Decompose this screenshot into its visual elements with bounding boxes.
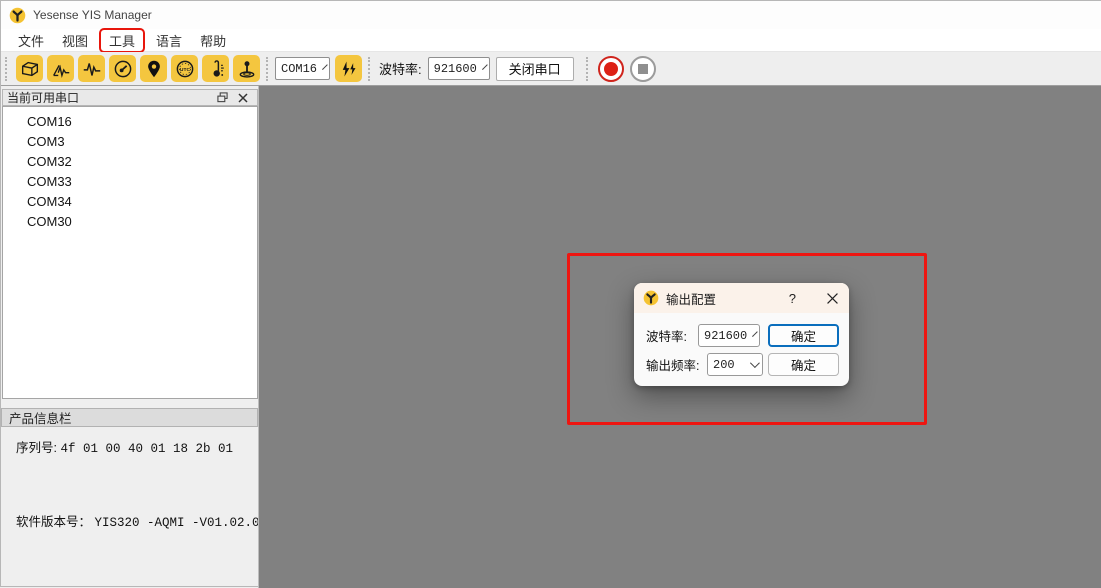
window-titlebar: Yesense YIS Manager xyxy=(1,1,1101,29)
port-list-item[interactable]: COM34 xyxy=(3,191,257,211)
serial-number-label: 序列号: xyxy=(16,441,57,455)
record-button[interactable] xyxy=(598,56,624,82)
port-select[interactable]: COM16 xyxy=(275,57,330,80)
float-panel-button[interactable] xyxy=(212,92,233,103)
close-panel-button[interactable] xyxy=(233,93,253,103)
frequency-ok-button[interactable]: 确定 xyxy=(768,353,839,376)
temperature-button[interactable] xyxy=(202,55,229,82)
toolbar-grip[interactable] xyxy=(266,57,270,81)
port-list-item[interactable]: COM33 xyxy=(3,171,257,191)
utc-clock-icon: UTC xyxy=(174,58,196,80)
dialog-frequency-value: 200 xyxy=(713,358,735,372)
float-panel-icon xyxy=(217,92,228,103)
angle-wave-button[interactable] xyxy=(47,55,74,82)
output-frequency-row: 输出频率: 200 确定 xyxy=(634,353,849,376)
location-pin-icon xyxy=(143,58,165,80)
waveform-icon xyxy=(81,58,103,80)
baud-ok-button[interactable]: 确定 xyxy=(768,324,839,347)
cube-3d-button[interactable] xyxy=(16,55,43,82)
toolbar: UTC COM16 波特率: 921600 关闭串口 xyxy=(1,52,1101,86)
refresh-icon xyxy=(339,59,359,79)
software-version-label: 软件版本号： xyxy=(16,515,91,529)
close-icon xyxy=(827,293,838,304)
gauge-icon xyxy=(112,58,134,80)
serial-ports-panel-header: 当前可用串口 xyxy=(2,89,258,106)
app-logo-icon xyxy=(643,290,659,306)
software-version-row: 软件版本号： YIS320 -AQMI -V01.02.03; xyxy=(16,511,275,530)
output-config-dialog: 输出配置 ? 波特率: 921600 确定 输出频率: 200 确定 xyxy=(634,283,849,386)
thermometer-icon xyxy=(205,58,227,80)
product-info-title: 产品信息栏 xyxy=(9,408,72,427)
menu-help[interactable]: 帮助 xyxy=(191,29,235,52)
dialog-baud-value: 921600 xyxy=(704,329,747,343)
menubar: 文件 视图 工具 语言 帮助 xyxy=(1,29,1101,52)
joystick-button[interactable] xyxy=(233,55,260,82)
port-list-item[interactable]: COM16 xyxy=(3,111,257,131)
menu-tools[interactable]: 工具 xyxy=(99,28,145,53)
baud-rate-row: 波特率: 921600 确定 xyxy=(634,324,849,347)
location-button[interactable] xyxy=(140,55,167,82)
record-icon xyxy=(604,62,618,76)
stop-icon xyxy=(638,64,648,74)
chevron-down-icon xyxy=(750,358,760,368)
serial-port-list: COM16 COM3 COM32 COM33 COM34 COM30 xyxy=(2,106,258,399)
baud-rate-label: 波特率: xyxy=(379,59,422,78)
baud-rate-select[interactable]: 921600 xyxy=(428,57,490,80)
baud-rate-value: 921600 xyxy=(434,62,477,76)
close-icon xyxy=(238,93,248,103)
menu-view[interactable]: 视图 xyxy=(53,29,97,52)
cube-icon xyxy=(19,58,41,80)
angle-wave-icon xyxy=(50,58,72,80)
chevron-down-icon xyxy=(322,64,328,70)
app-title: Yesense YIS Manager xyxy=(33,8,152,22)
product-info-panel-header: 产品信息栏 xyxy=(1,408,258,427)
chevron-down-icon xyxy=(752,331,758,337)
waveform-button[interactable] xyxy=(78,55,105,82)
dialog-help-button[interactable]: ? xyxy=(789,291,796,306)
gauge-button[interactable] xyxy=(109,55,136,82)
close-serial-port-button[interactable]: 关闭串口 xyxy=(496,57,574,81)
dialog-frequency-label: 输出频率: xyxy=(646,355,699,374)
refresh-ports-button[interactable] xyxy=(335,55,362,82)
toolbar-grip[interactable] xyxy=(5,57,9,81)
svg-text:UTC: UTC xyxy=(179,66,190,72)
joystick-icon xyxy=(236,58,258,80)
dialog-title: 输出配置 xyxy=(666,289,782,308)
port-list-item[interactable]: COM32 xyxy=(3,151,257,171)
toolbar-grip[interactable] xyxy=(368,57,372,81)
serial-number-value: 4f 01 00 40 01 18 2b 01 xyxy=(60,442,233,456)
chevron-down-icon xyxy=(482,64,488,70)
dialog-titlebar: 输出配置 ? xyxy=(634,283,849,313)
serial-number-row: 序列号: 4f 01 00 40 01 18 2b 01 xyxy=(16,437,233,456)
stop-button[interactable] xyxy=(630,56,656,82)
port-select-value: COM16 xyxy=(281,62,317,76)
software-version-value: YIS320 -AQMI -V01.02.03; xyxy=(95,516,275,530)
menu-language[interactable]: 语言 xyxy=(147,29,191,52)
serial-ports-panel-title: 当前可用串口 xyxy=(7,89,212,106)
port-list-item[interactable]: COM3 xyxy=(3,131,257,151)
dialog-frequency-select[interactable]: 200 xyxy=(707,353,763,376)
utc-time-button[interactable]: UTC xyxy=(171,55,198,82)
port-list-item[interactable]: COM30 xyxy=(3,211,257,231)
dialog-baud-label: 波特率: xyxy=(646,326,687,345)
app-logo-icon xyxy=(9,7,26,24)
toolbar-grip[interactable] xyxy=(586,57,590,81)
menu-file[interactable]: 文件 xyxy=(9,29,53,52)
dialog-close-button[interactable] xyxy=(825,291,840,306)
dialog-baud-select[interactable]: 921600 xyxy=(698,324,760,347)
